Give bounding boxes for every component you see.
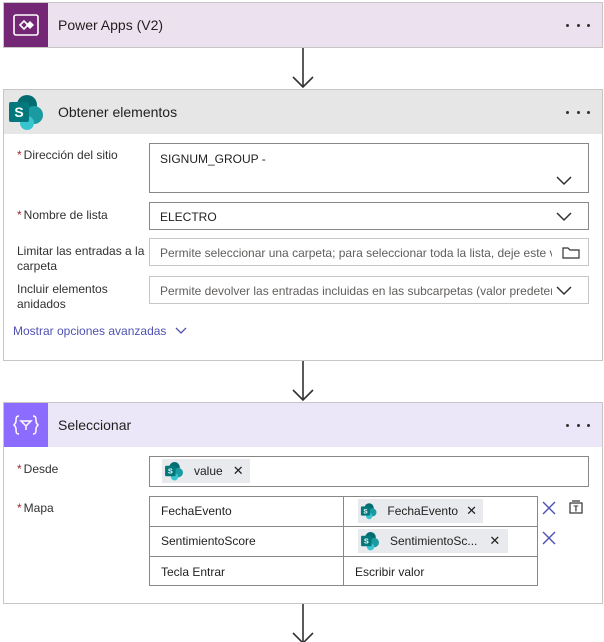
required-mark: * [17,208,22,222]
svg-text:S: S [364,537,369,546]
from-token[interactable]: S value ✕ [162,459,250,483]
sharepoint-icon: S [165,462,183,481]
map-value-placeholder-input[interactable]: Escribir valor [355,565,424,579]
dot-icon [566,423,569,427]
folder-placeholder: Permite seleccionar una carpeta; para se… [160,246,552,260]
remove-token-icon[interactable]: ✕ [233,463,244,479]
get-items-card-title: Obtener elementos [58,104,178,120]
chevron-down-icon[interactable] [556,176,572,186]
delete-row-icon[interactable] [542,531,556,545]
site-address-label-text: Dirección del sitio [23,148,118,162]
get-items-more-button[interactable] [566,104,590,120]
nested-label-line2: anidados [17,297,66,311]
select-more-button[interactable] [566,417,590,433]
dot-icon [587,423,590,427]
connector-arrow-icon [292,604,314,642]
get-items-card: S Obtener elementos * Dirección del sitio… [3,89,603,361]
select-card-title: Seleccionar [58,417,132,433]
data-operation-icon [4,403,48,447]
from-label-text: Desde [23,462,59,476]
sharepoint-icon: S [360,503,377,520]
from-field[interactable]: S value ✕ [149,456,589,487]
nested-field[interactable]: Permite devolver las entradas incluidas … [149,276,589,304]
remove-token-icon[interactable]: ✕ [489,533,500,549]
remove-token-icon[interactable]: ✕ [466,503,477,519]
show-advanced-options-text: Mostrar opciones avanzadas [13,324,167,338]
map-key-input[interactable]: FechaEvento [161,504,232,518]
folder-label: Limitar las entradas a la carpeta [17,244,144,274]
select-card: Seleccionar * Desde S value ✕ * Mapa Fecha… [3,402,603,604]
site-address-label: * Dirección del sitio [17,148,118,163]
list-name-label-text: Nombre de lista [23,208,108,222]
svg-text:T: T [574,505,579,514]
powerapps-trigger-card[interactable]: Power Apps (V2) [3,2,603,48]
list-name-label: * Nombre de lista [17,208,108,223]
select-card-header[interactable]: Seleccionar [4,403,602,447]
powerapps-more-button[interactable] [566,17,590,33]
dot-icon [587,110,590,114]
dot-icon [576,110,580,114]
map-key-value: FechaEvento [161,504,232,518]
connector-arrow-icon [292,48,314,89]
connector-arrow-icon [292,361,314,402]
chevron-down-icon[interactable] [556,212,572,222]
column-divider [343,497,344,585]
powerapps-card-title: Power Apps (V2) [58,17,164,33]
nested-label-line1: Incluir elementos [17,282,108,296]
sharepoint-icon: S [4,90,48,134]
chevron-down-icon[interactable] [556,286,572,296]
powerapps-card-header[interactable]: Power Apps (V2) [4,3,602,47]
required-mark: * [17,501,22,515]
chevron-down-icon [175,327,187,334]
svg-text:S: S [363,508,368,515]
dot-icon [566,110,569,114]
required-mark: * [17,462,22,476]
folder-icon[interactable] [562,246,580,259]
map-value-placeholder: Escribir valor [355,565,425,579]
list-name-field[interactable]: ELECTRO [149,202,589,230]
dot-icon [576,23,580,27]
map-key-placeholder: Tecla Entrar [161,565,226,579]
map-key-input[interactable]: SentimientoScore [161,534,256,548]
get-items-card-header[interactable]: S Obtener elementos [4,90,602,134]
site-address-value: SIGNUM_GROUP - [160,152,266,166]
map-label-text: Mapa [23,501,54,515]
map-table: FechaEvento S FechaEvento ✕ SentimientoS… [149,496,538,586]
row-divider [150,556,537,557]
map-value-token-label: FechaEvento [387,504,459,518]
folder-field[interactable]: Permite seleccionar una carpeta; para se… [149,238,589,266]
folder-label-line1: Limitar las entradas a la [17,244,145,258]
svg-text:S: S [14,104,23,120]
power-apps-icon [4,3,48,47]
svg-text:S: S [168,467,173,476]
from-label: * Desde [17,462,58,477]
dot-icon [576,423,580,427]
show-advanced-options-link[interactable]: Mostrar opciones avanzadas [13,324,187,338]
folder-label-line2: carpeta [17,259,58,273]
dot-icon [587,23,590,27]
site-address-field[interactable]: SIGNUM_GROUP - [149,143,589,193]
row-divider [150,526,537,527]
delete-row-icon[interactable] [542,501,556,515]
list-name-value: ELECTRO [160,210,217,224]
dot-icon [566,23,569,27]
nested-label: Incluir elementos anidados [17,282,108,312]
map-key-placeholder-input[interactable]: Tecla Entrar [161,565,225,579]
from-token-label: value [194,464,223,478]
map-label: * Mapa [17,501,54,516]
nested-placeholder: Permite devolver las entradas incluidas … [160,284,552,298]
map-value-token[interactable]: S SentimientoSc... ✕ [358,529,508,553]
map-value-token-label: SentimientoSc... [390,534,478,548]
switch-to-text-mode-icon[interactable]: T [568,499,584,515]
sharepoint-icon: S [361,532,379,551]
map-key-value: SentimientoScore [161,534,256,548]
required-mark: * [17,148,22,162]
map-value-token[interactable]: S FechaEvento ✕ [358,499,483,523]
